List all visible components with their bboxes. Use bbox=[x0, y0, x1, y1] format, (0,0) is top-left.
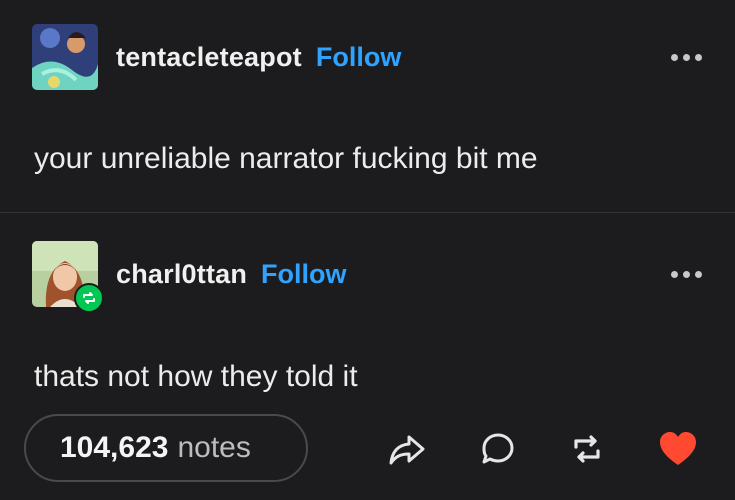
reply-icon[interactable] bbox=[477, 428, 519, 470]
follow-button[interactable]: Follow bbox=[261, 259, 346, 290]
avatar-wrapper bbox=[32, 241, 104, 313]
more-options-icon[interactable] bbox=[669, 48, 704, 67]
username[interactable]: tentacleteapot bbox=[116, 42, 302, 73]
reblog-badge-icon bbox=[74, 283, 104, 313]
avatar[interactable] bbox=[32, 24, 98, 90]
divider bbox=[0, 212, 735, 213]
share-icon[interactable] bbox=[386, 428, 428, 470]
like-icon[interactable] bbox=[657, 428, 699, 470]
post-header-1: tentacleteapot Follow bbox=[32, 24, 704, 90]
username[interactable]: charl0ttan bbox=[116, 259, 247, 290]
notes-label: notes bbox=[177, 431, 251, 464]
notes-button[interactable]: 104,623 notes bbox=[24, 414, 308, 482]
post-text: your unreliable narrator fucking bit me bbox=[34, 142, 538, 175]
notes-count: 104,623 bbox=[60, 431, 169, 464]
more-options-icon[interactable] bbox=[669, 265, 704, 284]
artwork-avatar-icon bbox=[32, 24, 98, 90]
post-header-2: charl0ttan Follow bbox=[32, 241, 704, 313]
reblog-icon[interactable] bbox=[566, 428, 608, 470]
follow-button[interactable]: Follow bbox=[316, 42, 401, 73]
post-text: thats not how they told it bbox=[34, 360, 358, 393]
